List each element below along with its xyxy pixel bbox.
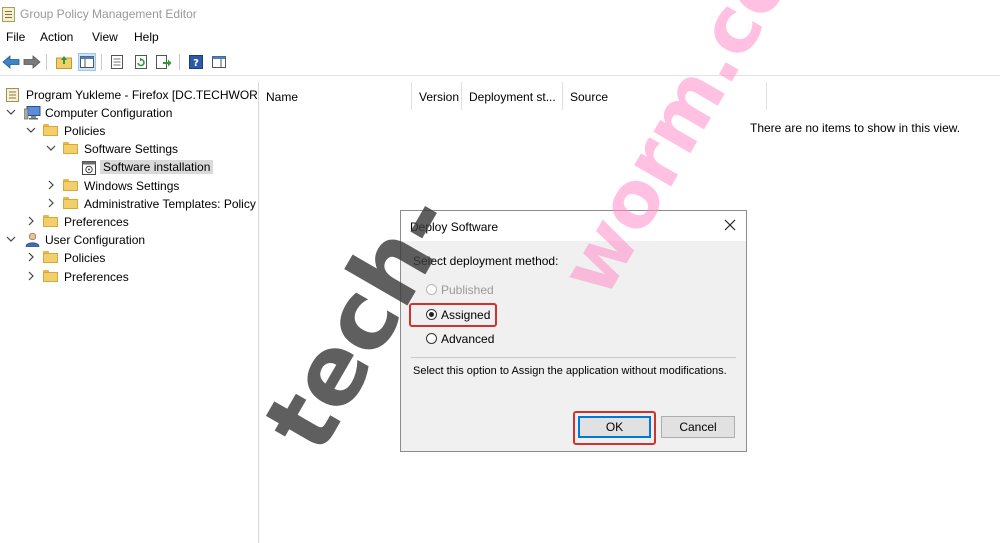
gpo-document-icon	[6, 88, 19, 105]
up-folder-icon[interactable]	[55, 53, 73, 71]
column-header-name[interactable]: Name	[259, 82, 412, 110]
gpo-editor-icon	[2, 7, 15, 22]
chevron-right-icon[interactable]	[26, 271, 36, 281]
option-description: Select this option to Assign the applica…	[413, 365, 727, 377]
help-icon[interactable]: ?	[187, 53, 205, 71]
column-header-version[interactable]: Version	[412, 82, 462, 110]
chevron-down-icon[interactable]	[26, 125, 36, 135]
tree-label: Software Settings	[84, 142, 179, 156]
menu-file[interactable]: File	[6, 30, 25, 44]
folder-icon	[43, 215, 58, 227]
radio-assigned-indicator[interactable]	[426, 309, 437, 320]
properties-icon[interactable]	[108, 53, 126, 71]
menu-view[interactable]: View	[92, 30, 118, 44]
chevron-right-icon[interactable]	[26, 252, 36, 262]
tree-label: Administrative Templates: Policy	[84, 197, 256, 211]
console-tree[interactable]: Program Yukleme - Firefox [DC.TECHWOR Co…	[0, 82, 259, 543]
refresh-icon[interactable]	[132, 53, 150, 71]
folder-icon	[43, 124, 58, 136]
toolbar: ?	[0, 49, 1000, 76]
toolbar-separator	[46, 54, 47, 70]
toolbar-separator	[101, 54, 102, 70]
tree-root-label: Program Yukleme - Firefox [DC.TECHWOR	[26, 88, 258, 102]
column-header-source[interactable]: Source	[563, 82, 767, 110]
folder-icon	[63, 197, 78, 209]
tree-label: User Configuration	[45, 233, 146, 247]
tree-label: Software installation	[100, 160, 214, 174]
column-header-deployment-state[interactable]: Deployment st...	[462, 82, 563, 110]
chevron-down-icon[interactable]	[46, 143, 56, 153]
computer-icon	[23, 106, 41, 123]
tree-label: Windows Settings	[84, 179, 180, 193]
radio-advanced-indicator[interactable]	[426, 333, 437, 344]
export-list-icon[interactable]	[155, 53, 173, 71]
title-bar: Group Policy Management Editor	[0, 0, 1000, 28]
tree-label: Preferences	[64, 215, 129, 229]
folder-icon	[43, 251, 58, 263]
back-arrow-icon[interactable]	[2, 53, 20, 71]
svg-text:?: ?	[193, 58, 199, 69]
radio-assigned-label[interactable]: Assigned	[441, 308, 490, 322]
show-hide-action-pane-icon[interactable]	[210, 53, 228, 71]
tree-label: Policies	[64, 124, 106, 138]
dialog-title: Deploy Software	[410, 220, 499, 234]
user-icon	[25, 232, 40, 250]
show-hide-tree-icon[interactable]	[78, 53, 96, 71]
folder-icon	[43, 270, 58, 282]
chevron-down-icon[interactable]	[6, 107, 16, 117]
menu-action[interactable]: Action	[40, 30, 73, 44]
toolbar-separator	[179, 54, 180, 70]
folder-icon	[63, 179, 78, 191]
empty-list-message: There are no items to show in this view.	[750, 121, 961, 135]
tree-label: Preferences	[64, 270, 129, 284]
forward-arrow-icon[interactable]	[23, 53, 41, 71]
deployment-method-prompt: Select deployment method:	[413, 254, 559, 268]
chevron-right-icon[interactable]	[26, 216, 36, 226]
cancel-button[interactable]: Cancel	[661, 416, 735, 438]
menu-bar: File Action View Help	[0, 28, 1000, 48]
radio-advanced-label[interactable]: Advanced	[441, 332, 494, 346]
folder-icon	[63, 142, 78, 154]
dialog-divider	[411, 357, 736, 358]
chevron-right-icon[interactable]	[46, 180, 56, 190]
tree-label: Computer Configuration	[45, 106, 173, 120]
radio-published-indicator	[426, 284, 437, 295]
ok-button[interactable]: OK	[578, 416, 651, 438]
menu-help[interactable]: Help	[134, 30, 159, 44]
dialog-title-bar: Deploy Software	[401, 211, 746, 241]
deploy-software-dialog: Deploy Software Select deployment method…	[400, 210, 747, 452]
radio-published-label: Published	[441, 283, 494, 297]
window-title: Group Policy Management Editor	[20, 7, 197, 21]
software-installation-icon	[82, 159, 97, 178]
tree-label: Policies	[64, 251, 106, 265]
chevron-right-icon[interactable]	[46, 198, 56, 208]
close-icon[interactable]	[722, 217, 738, 233]
chevron-down-icon[interactable]	[6, 234, 16, 244]
